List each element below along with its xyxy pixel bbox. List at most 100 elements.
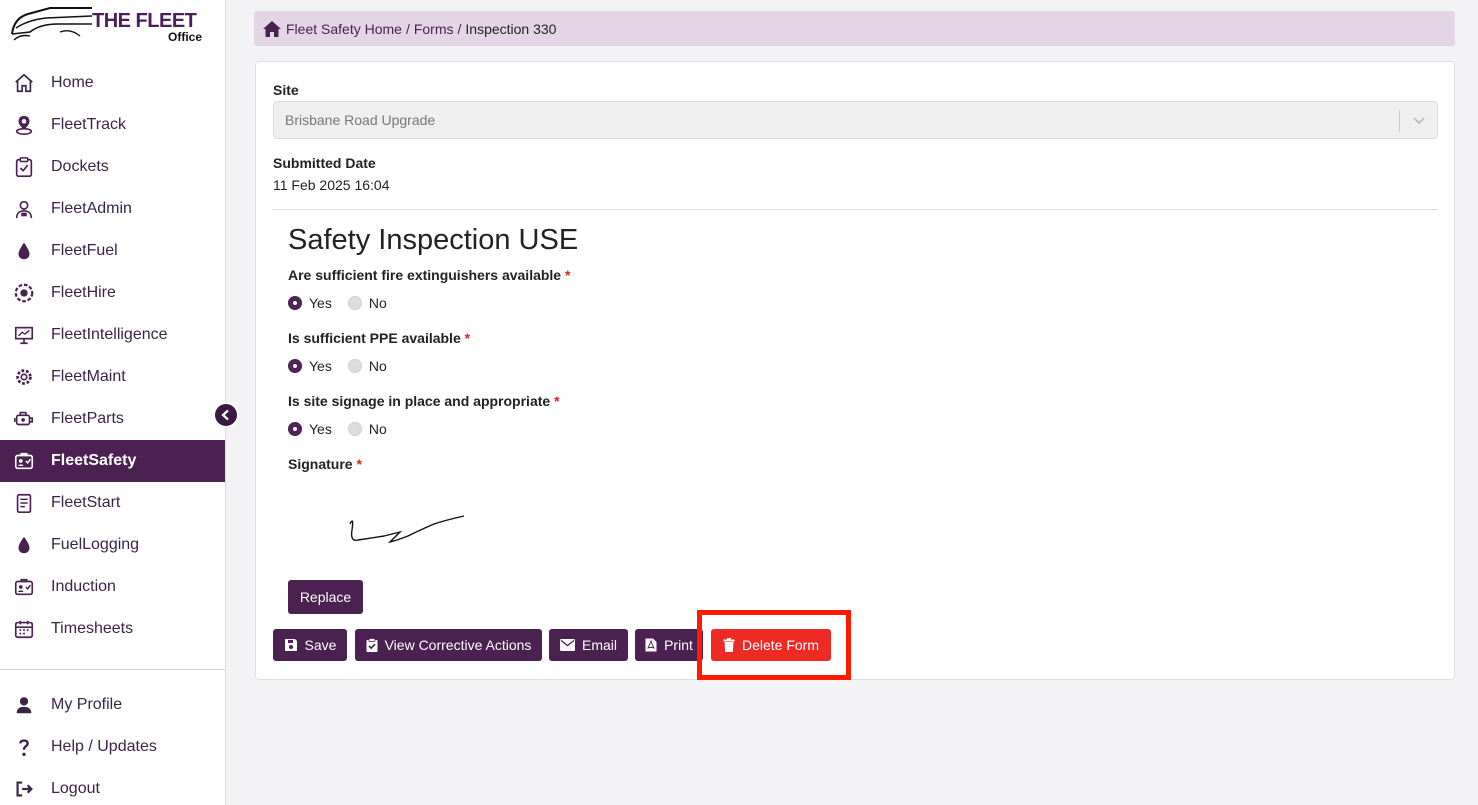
fuel-drop-icon [12,533,36,557]
sidebar-item-dockets[interactable]: Dockets [0,146,225,188]
view-corrective-actions-label: View Corrective Actions [384,637,532,653]
sidebar-item-fleetstart[interactable]: FleetStart [0,482,225,524]
sidebar-item-my-profile[interactable]: My Profile [0,684,225,726]
form-title: Safety Inspection USE [288,224,579,256]
radio-no-label: No [368,421,387,437]
sidebar-item-label: FleetHire [51,284,116,301]
sidebar-item-label: FleetAdmin [51,200,132,217]
chevron-left-icon [221,409,229,421]
question-label: Is site signage in place and appropriate… [288,393,560,409]
logo-sub: Office [168,30,203,44]
radio-no-label: No [368,358,387,374]
question-icon [12,735,36,759]
view-corrective-actions-button[interactable]: View Corrective Actions [355,629,542,661]
save-button[interactable]: Save [273,629,347,661]
sidebar-item-fleetfuel[interactable]: FleetFuel [0,230,225,272]
sidebar-item-fleetparts[interactable]: FleetParts [0,398,225,440]
safety-id-icon [12,449,36,473]
save-icon [284,639,297,651]
delete-form-button[interactable]: Delete Form [711,629,831,661]
sidebar-item-fleetmaint[interactable]: FleetMaint [0,356,225,398]
radio-yes[interactable] [288,422,302,436]
radio-no[interactable] [347,359,362,373]
fleet-office-logo[interactable]: THE FLEET Office [10,4,210,46]
sidebar-item-label: FleetMaint [51,368,126,385]
sidebar-item-label: FleetIntelligence [51,326,168,343]
replace-signature-button[interactable]: Replace [288,580,363,614]
sidebar-item-label: FuelLogging [51,536,140,553]
breadcrumb: Fleet Safety Home / Forms / Inspection 3… [254,11,1455,46]
question-text: Is sufficient PPE available [288,330,461,346]
sidebar-divider [0,669,225,670]
sidebar-item-fuellogging[interactable]: FuelLogging [0,524,225,566]
sidebar-item-label: Logout [51,780,100,797]
sidebar-item-fleetintelligence[interactable]: FleetIntelligence [0,314,225,356]
signature-label: Signature * [288,456,362,472]
trash-icon [723,638,735,652]
submitted-date-value: 11 Feb 2025 16:04 [273,177,390,193]
required-marker: * [464,330,471,346]
presentation-chart-icon [12,323,36,347]
sidebar-item-label: Induction [51,578,116,595]
print-label: Print [664,637,693,653]
sidebar-item-label: FleetSafety [51,452,137,469]
gear-icon [12,365,36,389]
induction-id-icon [12,575,36,599]
section-divider [273,209,1438,210]
breadcrumb-current: Inspection 330 [465,20,557,37]
sidebar-item-label: Home [51,74,94,91]
clipboard-check-icon [366,638,378,652]
radio-group-ppe: Yes No [288,358,403,374]
breadcrumb-separator: / [457,20,462,37]
inspection-form-card: Site Brisbane Road Upgrade Submitted Dat… [255,61,1455,680]
sidebar-item-fleetsafety[interactable]: FleetSafety [0,440,225,482]
breadcrumb-link-forms[interactable]: Forms [414,21,454,37]
sidebar-item-label: FleetFuel [51,242,118,259]
chevron-down-icon [1413,117,1425,125]
radio-no[interactable] [347,296,362,310]
breadcrumb-separator: / [405,20,410,37]
envelope-icon [559,639,575,651]
radio-group-signage: Yes No [288,421,403,437]
sidebar-item-help-updates[interactable]: Help / Updates [0,726,225,768]
radio-yes[interactable] [288,296,302,310]
location-pin-icon [12,113,36,137]
email-label: Email [581,637,617,653]
sidebar-item-timesheets[interactable]: Timesheets [0,608,225,650]
question-label: Is sufficient PPE available * [288,330,470,346]
signature-text: Signature [288,456,353,472]
breadcrumb-link-fleet-safety-home[interactable]: Fleet Safety Home [286,21,402,37]
question-label: Are sufficient fire extinguishers availa… [288,267,570,283]
question-text: Is site signage in place and appropriate [288,393,551,409]
home-icon[interactable] [262,20,282,38]
sidebar-item-logout[interactable]: Logout [0,768,225,805]
sidebar-item-home[interactable]: Home [0,62,225,104]
sidebar-item-label: FleetTrack [51,116,126,133]
sidebar: THE FLEET Office Home FleetTrack Dockets… [0,0,226,805]
required-marker: * [356,456,362,472]
truck-logo-icon [11,7,93,41]
home-icon [12,71,36,95]
sidebar-item-label: FleetStart [51,494,121,511]
sidebar-item-label: FleetParts [51,410,124,427]
sidebar-bottom-nav: My Profile Help / Updates Logout [0,684,225,805]
sidebar-item-induction[interactable]: Induction [0,566,225,608]
delete-form-label: Delete Form [741,637,820,653]
calendar-icon [12,617,36,641]
sidebar-item-fleethire[interactable]: FleetHire [0,272,225,314]
print-button[interactable]: Print [635,629,703,661]
radio-no[interactable] [347,422,362,436]
site-select[interactable]: Brisbane Road Upgrade [273,101,1438,139]
submitted-date-label: Submitted Date [273,155,376,171]
email-button[interactable]: Email [549,629,628,661]
logout-icon [12,777,36,801]
engine-icon [12,407,36,431]
sidebar-collapse-button[interactable] [213,402,239,428]
radio-yes[interactable] [288,359,302,373]
sidebar-nav: Home FleetTrack Dockets FleetAdmin Fleet… [0,62,225,650]
question-text: Are sufficient fire extinguishers availa… [288,267,562,283]
hire-wheel-icon [12,281,36,305]
sidebar-item-fleetadmin[interactable]: FleetAdmin [0,188,225,230]
radio-no-label: No [368,295,387,311]
sidebar-item-fleettrack[interactable]: FleetTrack [0,104,225,146]
